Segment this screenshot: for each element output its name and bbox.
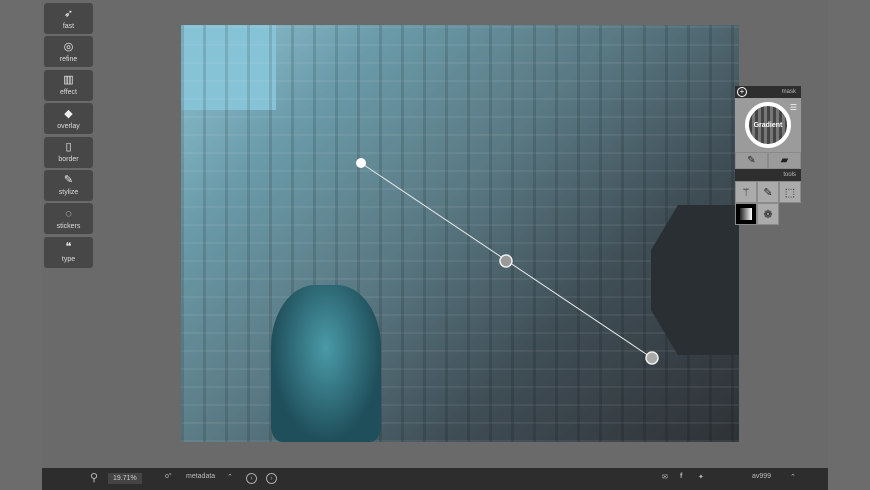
gradient-icon bbox=[740, 208, 752, 220]
film-icon: ▥ bbox=[63, 74, 74, 87]
metadata-icon: o° bbox=[165, 473, 172, 480]
brush-icon: ✎ bbox=[747, 155, 756, 166]
right-margin bbox=[828, 0, 870, 490]
tool-refine[interactable]: ◎ refine bbox=[44, 36, 93, 68]
chevron-up-icon[interactable]: ⌃ bbox=[227, 473, 233, 481]
tool-effect[interactable]: ▥ effect bbox=[44, 69, 93, 101]
tool-border[interactable]: ▯ border bbox=[44, 136, 93, 168]
zoom-icon[interactable]: ⚲ bbox=[90, 471, 98, 484]
chevron-up-icon[interactable]: ⌃ bbox=[790, 473, 796, 481]
mask-brush-button[interactable]: ✎ bbox=[735, 152, 768, 169]
metadata-button[interactable]: metadata bbox=[186, 473, 215, 480]
next-button[interactable]: › bbox=[266, 473, 277, 484]
photo-canvas[interactable] bbox=[181, 25, 739, 442]
radial-icon: ❁ bbox=[763, 208, 773, 221]
marquee-button[interactable]: ⬚ bbox=[779, 181, 801, 203]
prev-button[interactable]: ‹ bbox=[246, 473, 257, 484]
tool-stylize[interactable]: ✎ stylize bbox=[44, 169, 93, 201]
mask-thumb-box: Gradient ☰ bbox=[735, 98, 801, 152]
brush-icon: ✎ bbox=[63, 174, 74, 187]
layers-icon: ◆ bbox=[64, 107, 73, 120]
tools-row-1: ⚚ ✎ ⬚ bbox=[735, 181, 801, 203]
bottom-bar: ⚲ 19.71% o° metadata ⌃ ‹ › ✉ f ✦ av999 ⌃ bbox=[42, 468, 828, 490]
tool-stickers[interactable]: ◌ stickers bbox=[44, 203, 93, 235]
refine-icon: ◎ bbox=[63, 40, 74, 53]
left-toolbar: ➶ fast ◎ refine ▥ effect ◆ overlay ▯ border ✎… bbox=[44, 3, 93, 270]
radial-tool-button[interactable]: ❁ bbox=[757, 203, 779, 225]
zoom-value[interactable]: 19.71% bbox=[108, 473, 142, 484]
twitter-icon[interactable]: ✦ bbox=[698, 473, 704, 481]
magic-wand-icon: ⚚ bbox=[741, 186, 751, 199]
brush-icon: ✎ bbox=[763, 186, 773, 199]
mask-eraser-button[interactable]: ▰ bbox=[768, 152, 801, 169]
add-mask-icon[interactable]: + bbox=[737, 87, 747, 97]
marquee-icon: ⬚ bbox=[784, 186, 796, 199]
menu-icon[interactable]: ☰ bbox=[790, 103, 797, 112]
mask-header: + mask bbox=[735, 86, 801, 98]
tools-header: tools bbox=[735, 169, 801, 181]
mail-icon[interactable]: ✉ bbox=[662, 473, 668, 481]
photo-texture bbox=[181, 25, 739, 442]
rocket-icon: ➶ bbox=[63, 7, 74, 20]
mask-thumbnail[interactable]: Gradient bbox=[745, 102, 791, 148]
mask-panel: + mask Gradient ☰ ✎ ▰ tools ⚚ ✎ ⬚ ❁ bbox=[735, 86, 801, 225]
mask-actions: ✎ ▰ bbox=[735, 152, 801, 169]
brush-tool-button[interactable]: ✎ bbox=[757, 181, 779, 203]
tool-type[interactable]: ❝ type bbox=[44, 236, 93, 268]
tool-fast[interactable]: ➶ fast bbox=[44, 3, 93, 34]
quote-icon: ❝ bbox=[65, 241, 72, 254]
tool-overlay[interactable]: ◆ overlay bbox=[44, 103, 93, 135]
photo-statue bbox=[271, 285, 381, 442]
sticker-icon: ◌ bbox=[65, 207, 72, 220]
magic-wand-button[interactable]: ⚚ bbox=[735, 181, 757, 203]
eraser-icon: ▰ bbox=[780, 155, 789, 166]
left-margin bbox=[0, 0, 42, 490]
gradient-tool-button[interactable] bbox=[735, 203, 757, 225]
border-icon: ▯ bbox=[65, 141, 72, 154]
tools-row-2: ❁ bbox=[735, 203, 801, 225]
user-name[interactable]: av999 bbox=[752, 473, 771, 480]
facebook-icon[interactable]: f bbox=[680, 473, 682, 480]
